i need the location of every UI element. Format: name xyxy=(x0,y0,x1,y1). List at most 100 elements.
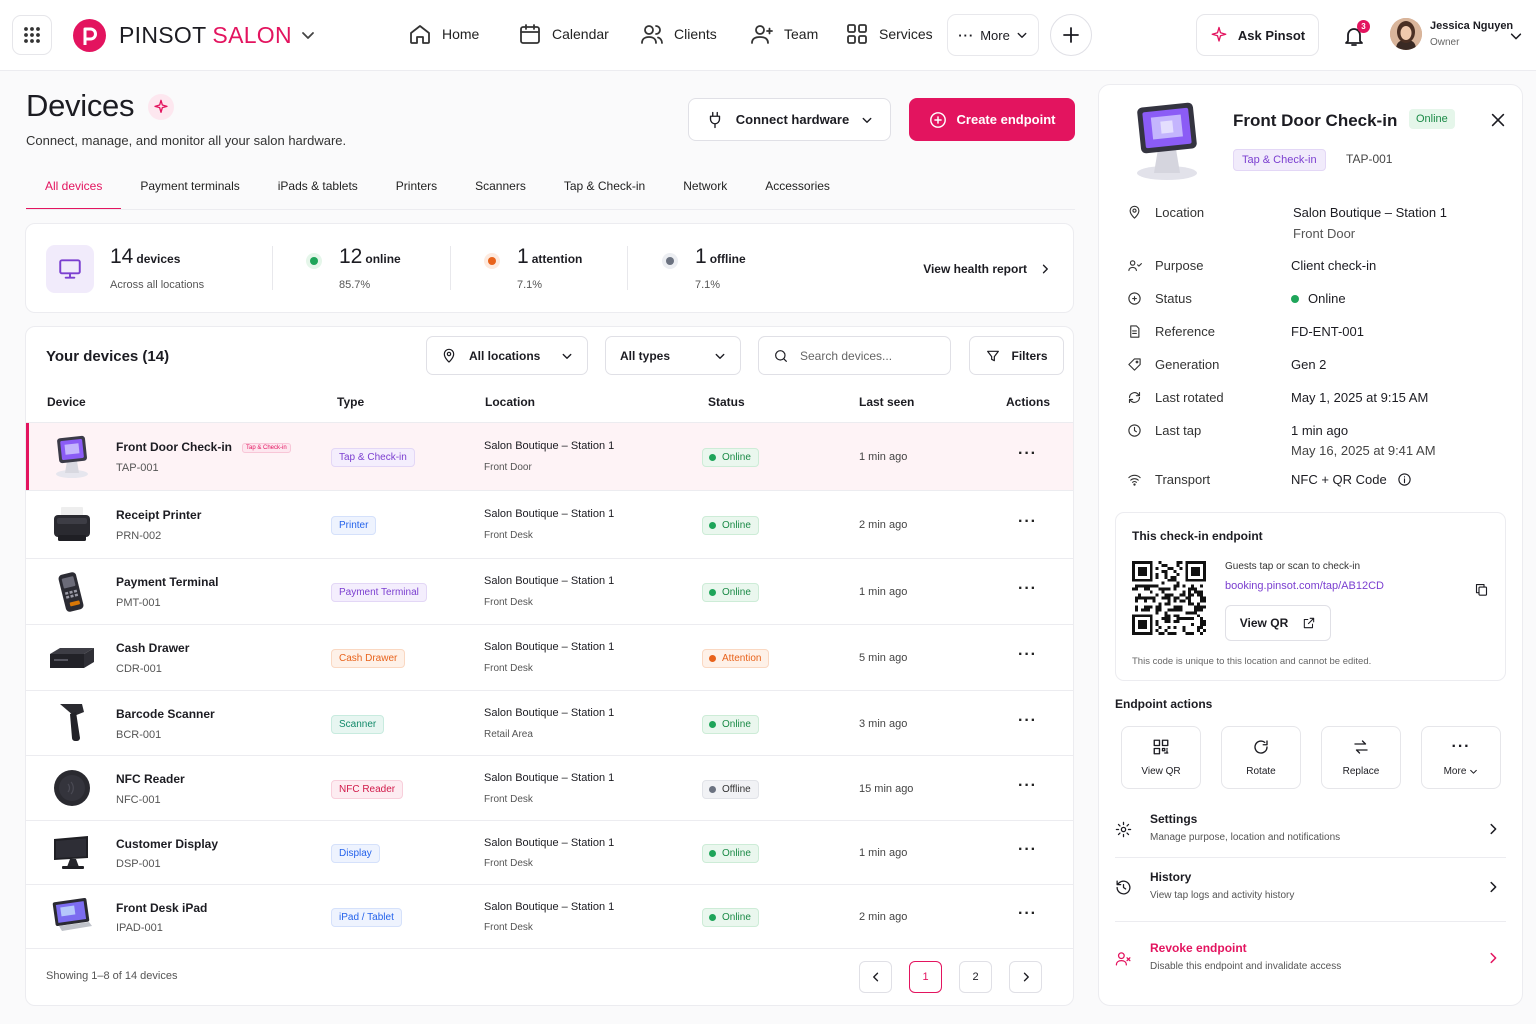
add-button[interactable] xyxy=(1050,14,1092,56)
replace-action-button[interactable]: Replace xyxy=(1321,726,1401,789)
row-actions-button[interactable]: ··· xyxy=(1018,841,1037,859)
history-link[interactable]: History View tap logs and activity histo… xyxy=(1115,870,1506,910)
col-status[interactable]: Status xyxy=(708,395,745,409)
stats-card: 14 devices Across all locations 12 online … xyxy=(25,223,1074,313)
filters-button[interactable]: Filters xyxy=(969,336,1064,375)
more-action-button[interactable]: ··· More xyxy=(1421,726,1501,789)
app-grid-button[interactable] xyxy=(12,15,52,55)
status-dot xyxy=(709,589,716,596)
page-2-button[interactable]: 2 xyxy=(959,961,992,993)
prev-page-button[interactable] xyxy=(859,961,892,993)
connect-hardware-button[interactable]: Connect hardware xyxy=(688,98,891,141)
ask-pinsot-button[interactable]: Ask Pinsot xyxy=(1196,14,1319,56)
chevron-down-icon[interactable] xyxy=(1509,29,1523,43)
row-actions-button[interactable]: ··· xyxy=(1018,777,1037,795)
tabs-divider xyxy=(26,209,1075,210)
close-icon[interactable] xyxy=(1489,111,1507,129)
row-actions-button[interactable]: ··· xyxy=(1018,445,1037,463)
row-actions-button[interactable]: ··· xyxy=(1018,513,1037,531)
rotate-icon xyxy=(1128,391,1141,404)
location-filter[interactable]: All locations xyxy=(426,336,588,375)
next-page-button[interactable] xyxy=(1009,961,1042,993)
row-actions-button[interactable]: ··· xyxy=(1018,646,1037,664)
last-seen: 2 min ago xyxy=(859,911,908,923)
view-qr-action-button[interactable]: View QR xyxy=(1121,726,1201,789)
table-row[interactable]: Front Door Check-in Tap & Check-in TAP-00… xyxy=(26,423,1073,491)
tab-all-devices[interactable]: All devices xyxy=(26,172,122,210)
avatar-image xyxy=(1390,18,1422,50)
col-location[interactable]: Location xyxy=(485,395,535,409)
col-device[interactable]: Device xyxy=(47,395,86,409)
rotate-action-button[interactable]: Rotate xyxy=(1221,726,1301,789)
search-icon xyxy=(775,349,787,362)
table-row[interactable]: Cash Drawer CDR-001 Cash Drawer Salon Bo… xyxy=(26,625,1073,691)
copy-icon[interactable] xyxy=(1474,582,1489,597)
type-badge: NFC Reader xyxy=(331,780,404,799)
nav-calendar[interactable]: Calendar xyxy=(518,22,609,46)
qr-code[interactable] xyxy=(1132,561,1206,635)
tab-scanners[interactable]: Scanners xyxy=(456,172,545,210)
view-qr-button[interactable]: View QR xyxy=(1225,605,1331,641)
device-name[interactable]: Customer Display xyxy=(116,837,218,851)
dots-icon: ··· xyxy=(1451,738,1471,755)
device-name[interactable]: Payment Terminal xyxy=(116,575,218,589)
prop-transport-value: NFC + QR Code xyxy=(1291,472,1412,487)
table-row[interactable]: NFC Reader NFC-001 NFC Reader Salon Bout… xyxy=(26,756,1073,821)
type-filter[interactable]: All types xyxy=(605,336,741,375)
check-in-endpoint-card: This check-in endpoint Guests tap or sca… xyxy=(1115,512,1506,681)
nav-more-button[interactable]: ··· More xyxy=(947,14,1039,56)
row-actions-button[interactable]: ··· xyxy=(1018,905,1037,923)
tab-network[interactable]: Network xyxy=(664,172,746,210)
device-name[interactable]: Cash Drawer xyxy=(116,641,189,655)
filter-icon xyxy=(987,350,1000,361)
stat-online-pct: 85.7% xyxy=(339,279,371,291)
last-seen: 1 min ago xyxy=(859,586,908,598)
sparkle-badge[interactable] xyxy=(148,94,174,120)
nav-services[interactable]: Services xyxy=(845,22,933,46)
page-1-button[interactable]: 1 xyxy=(909,961,942,993)
user-name[interactable]: Jessica Nguyen xyxy=(1430,20,1513,32)
qr-booking-link[interactable]: booking.pinsot.com/tap/AB12CD xyxy=(1225,580,1384,592)
table-row[interactable]: Payment Terminal PMT-001 Payment Termina… xyxy=(26,559,1073,625)
row-actions-button[interactable]: ··· xyxy=(1018,580,1037,598)
tab-accessories[interactable]: Accessories xyxy=(746,172,849,210)
create-endpoint-button[interactable]: Create endpoint xyxy=(909,98,1075,141)
nav-team-label: Team xyxy=(784,26,819,42)
brand-logo[interactable] xyxy=(73,19,106,52)
rotate-icon xyxy=(1254,740,1268,754)
prop-label: Generation xyxy=(1155,357,1220,372)
tab-tap-check-in[interactable]: Tap & Check-in xyxy=(545,172,664,210)
nav-home[interactable]: Home xyxy=(408,22,479,46)
type-badge: Payment Terminal xyxy=(331,583,427,602)
device-name[interactable]: Front Door Check-in Tap & Check-in xyxy=(116,440,291,454)
device-name[interactable]: NFC Reader xyxy=(116,772,185,786)
table-row[interactable]: Receipt Printer PRN-002 Printer Salon Bo… xyxy=(26,491,1073,559)
divider xyxy=(1115,857,1506,858)
device-name[interactable]: Front Desk iPad xyxy=(116,901,207,915)
device-name[interactable]: Receipt Printer xyxy=(116,508,201,522)
table-row[interactable]: Customer Display DSP-001 Display Salon B… xyxy=(26,821,1073,885)
nav-team[interactable]: Team xyxy=(750,22,818,46)
status-icon xyxy=(1128,292,1141,305)
col-last-seen[interactable]: Last seen xyxy=(859,395,914,409)
info-icon[interactable] xyxy=(1397,472,1412,487)
filters-label: Filters xyxy=(1011,348,1048,363)
device-name[interactable]: Barcode Scanner xyxy=(116,707,215,721)
brand-name[interactable]: PINSOT SALON xyxy=(119,22,292,49)
tab-payment-terminals[interactable]: Payment terminals xyxy=(121,172,258,210)
nav-clients[interactable]: Clients xyxy=(640,22,717,46)
row-actions-button[interactable]: ··· xyxy=(1018,712,1037,730)
avatar[interactable] xyxy=(1390,18,1422,50)
tab-printers[interactable]: Printers xyxy=(377,172,456,210)
col-type[interactable]: Type xyxy=(337,395,364,409)
view-health-report-link[interactable]: View health report xyxy=(923,262,1051,276)
tab-ipads-tablets[interactable]: iPads & tablets xyxy=(259,172,377,210)
chevron-down-icon[interactable] xyxy=(300,27,316,43)
search-input[interactable]: Search devices... xyxy=(758,336,951,375)
table-row[interactable]: Barcode Scanner BCR-001 Scanner Salon Bo… xyxy=(26,691,1073,756)
settings-link[interactable]: Settings Manage purpose, location and no… xyxy=(1115,812,1506,852)
revoke-endpoint-link[interactable]: Revoke endpoint Disable this endpoint an… xyxy=(1115,941,1506,981)
table-row[interactable]: Front Desk iPad IPAD-001 iPad / Tablet S… xyxy=(26,885,1073,949)
location-area: Front Desk xyxy=(484,663,533,674)
location-filter-value: All locations xyxy=(469,348,541,363)
